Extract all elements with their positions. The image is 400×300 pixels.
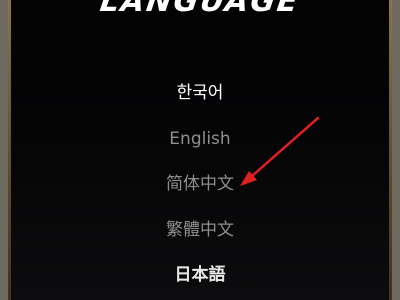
language-list: 한국어 English 简体中文 繁體中文 日本語: [8, 0, 392, 300]
language-option-simplified-chinese[interactable]: 简体中文: [8, 172, 392, 196]
language-option-korean[interactable]: 한국어: [8, 81, 392, 105]
language-panel: LANGUAGE 한국어 English 简体中文 繁體中文 日本語: [8, 0, 392, 300]
language-option-traditional-chinese[interactable]: 繁體中文: [8, 218, 392, 242]
language-option-english[interactable]: English: [8, 127, 392, 151]
language-option-japanese[interactable]: 日本語: [8, 263, 392, 287]
